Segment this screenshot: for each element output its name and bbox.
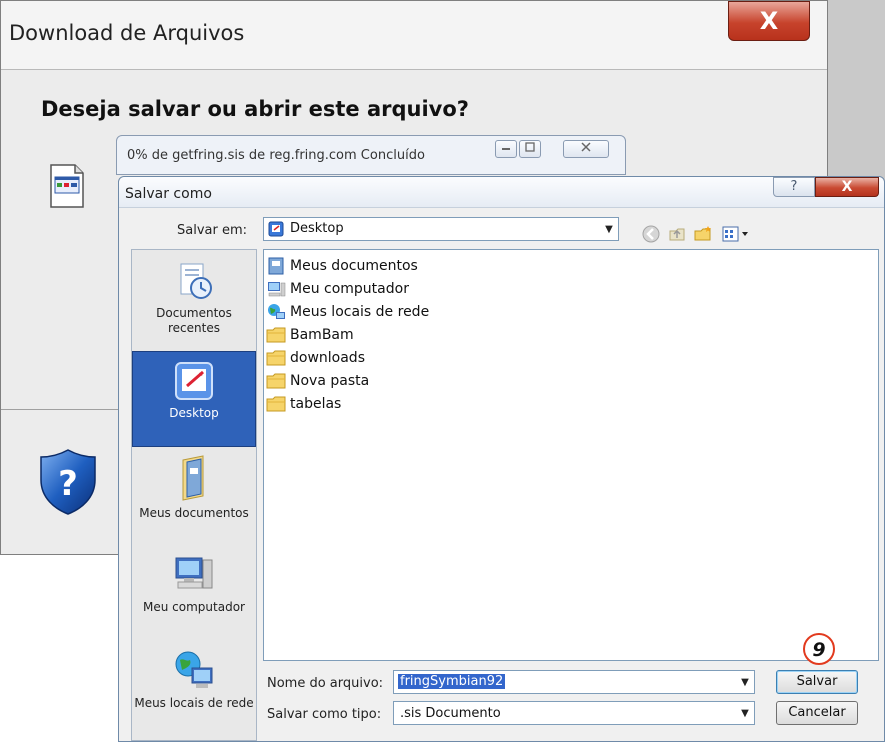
minimize-button[interactable] <box>495 140 517 158</box>
place-label: Meu computador <box>143 600 245 614</box>
place-recent-documents[interactable]: Documentos recentes <box>132 260 256 336</box>
progress-window-title: 0% de getfring.sis de reg.fring.com Conc… <box>127 148 425 163</box>
file-list[interactable]: Meus documentos Meu computador Meus loca… <box>263 249 879 661</box>
minimize-icon <box>502 148 510 150</box>
download-dialog-titlebar: Download de Arquivos X <box>1 1 827 70</box>
back-icon[interactable] <box>641 224 661 244</box>
close-icon <box>581 142 591 152</box>
cancel-button[interactable]: Cancelar <box>776 701 858 725</box>
file-name: Meus documentos <box>290 257 418 274</box>
download-question-heading: Deseja salvar ou abrir este arquivo? <box>41 97 469 121</box>
place-label: Meus locais de rede <box>134 696 254 710</box>
download-progress-window: 0% de getfring.sis de reg.fring.com Conc… <box>116 135 626 175</box>
filename-input[interactable]: fringSymbian92 ▼ <box>393 670 755 694</box>
list-item[interactable]: downloads <box>266 346 365 369</box>
places-bar: Documentos recentes Desktop Meus documen… <box>131 249 257 741</box>
network-places-icon <box>175 651 213 688</box>
download-close-button[interactable]: X <box>728 1 810 41</box>
filetype-label: Salvar como tipo: <box>267 707 382 722</box>
list-item[interactable]: Meu computador <box>266 277 409 300</box>
place-label: Desktop <box>169 406 219 420</box>
place-network[interactable]: Meus locais de rede <box>132 648 256 711</box>
file-name: Meus locais de rede <box>290 303 430 320</box>
file-name: Meu computador <box>290 280 409 297</box>
desktop-icon <box>268 221 284 237</box>
save-button[interactable]: Salvar <box>776 670 858 694</box>
list-item[interactable]: tabelas <box>266 392 341 415</box>
place-my-computer[interactable]: Meu computador <box>132 552 256 615</box>
list-item[interactable]: Meus documentos <box>266 254 418 277</box>
save-as-dialog: Salvar como ? X Salvar em: Desktop ▼ Doc… <box>118 176 885 742</box>
chevron-down-icon[interactable]: ▼ <box>736 671 754 693</box>
filename-label: Nome do arquivo: <box>267 676 384 691</box>
divider <box>1 409 121 410</box>
place-label: Meus documentos <box>139 506 249 520</box>
my-computer-icon <box>175 557 213 589</box>
folder-icon <box>266 350 286 365</box>
chevron-down-icon: ▼ <box>741 707 749 719</box>
my-documents-icon <box>182 455 204 501</box>
up-folder-icon[interactable] <box>667 224 687 244</box>
filetype-dropdown[interactable]: .sis Documento ▼ <box>393 701 755 725</box>
list-item[interactable]: BamBam <box>266 323 354 346</box>
maximize-icon <box>525 142 535 152</box>
help-button[interactable]: ? <box>773 177 815 197</box>
save-dialog-title: Salvar como <box>125 186 212 202</box>
list-item[interactable]: Nova pasta <box>266 369 369 392</box>
file-name: tabelas <box>290 395 342 412</box>
svg-text:?: ? <box>58 464 78 504</box>
folder-icon <box>266 396 286 411</box>
save-dialog-close-button[interactable]: X <box>815 177 879 197</box>
list-item[interactable]: Meus locais de rede <box>266 300 429 323</box>
network-places-icon <box>268 303 285 319</box>
file-name: Nova pasta <box>290 372 370 389</box>
place-desktop[interactable]: Desktop <box>132 351 256 447</box>
filename-value: fringSymbian92 <box>398 674 506 689</box>
location-label: Salvar em: <box>177 223 248 238</box>
view-menu-icon[interactable] <box>721 224 751 244</box>
security-shield-icon: ? <box>40 449 96 515</box>
place-label: Documentos recentes <box>156 306 232 335</box>
step-callout-badge: 9 <box>803 633 835 665</box>
save-dialog-titlebar: Salvar como ? X <box>119 177 884 208</box>
place-my-documents[interactable]: Meus documentos <box>132 454 256 521</box>
maximize-button[interactable] <box>519 140 541 158</box>
location-dropdown[interactable]: Desktop ▼ <box>263 217 619 241</box>
filetype-value: .sis Documento <box>400 706 501 721</box>
download-dialog-title: Download de Arquivos <box>9 21 245 45</box>
chevron-down-icon: ▼ <box>605 223 613 235</box>
folder-icon <box>266 327 286 342</box>
file-name: downloads <box>290 349 365 366</box>
folder-icon <box>266 373 286 388</box>
progress-close-button[interactable] <box>563 140 609 158</box>
file-icon <box>50 164 84 208</box>
recent-documents-icon <box>180 263 212 299</box>
my-documents-icon <box>268 257 284 274</box>
desktop-icon <box>175 362 213 400</box>
location-value: Desktop <box>290 221 344 236</box>
new-folder-icon[interactable] <box>693 224 713 244</box>
my-computer-icon <box>268 281 286 296</box>
file-name: BamBam <box>290 326 354 343</box>
